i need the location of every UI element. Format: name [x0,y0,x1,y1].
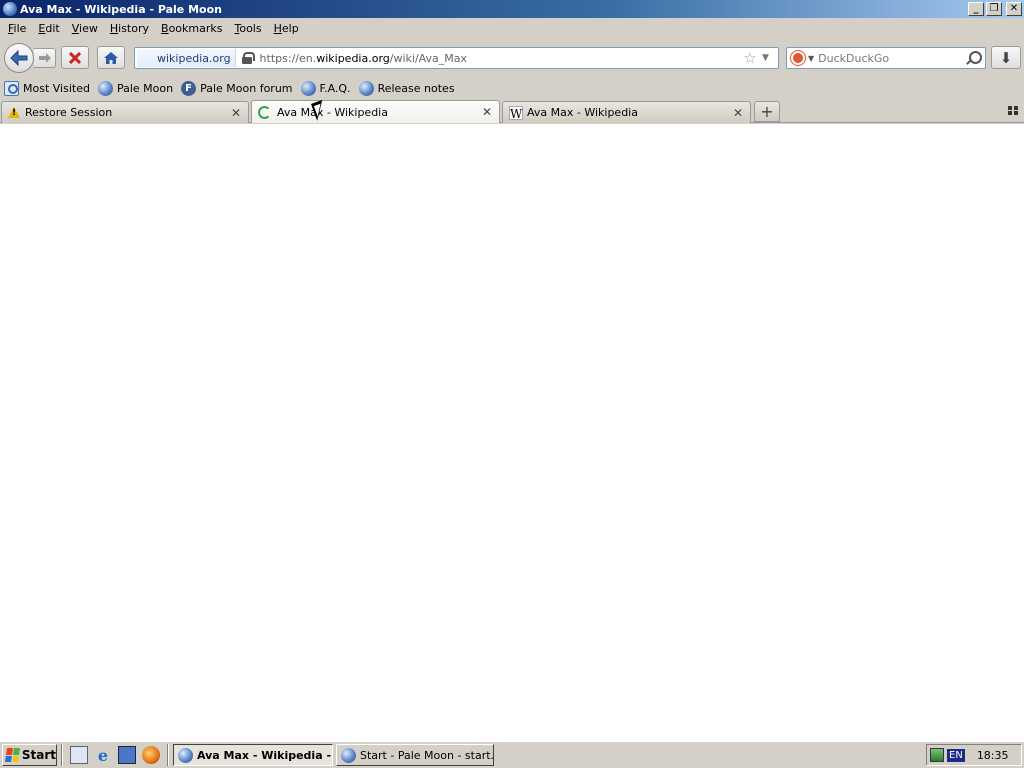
url-bar[interactable]: wikipedia.org https://en.wikipedia.org/w… [134,47,779,69]
page-content-area[interactable] [0,124,1024,741]
bookmark-label: Pale Moon forum [200,81,293,95]
list-all-tabs-icon[interactable] [1008,106,1019,116]
menu-bar: File Edit View History Bookmarks Tools H… [0,18,1024,39]
home-icon [104,51,118,64]
stop-x-icon [69,51,81,64]
stop-button[interactable] [61,46,89,69]
site-identity-button[interactable]: wikipedia.org [137,49,236,67]
forum-f-icon: F [181,80,197,96]
internet-explorer-icon[interactable]: e [94,746,112,765]
window-controls: _ ❐ ✕ [968,2,1022,16]
tab-close-icon[interactable]: ✕ [230,106,242,120]
bookmark-label: Most Visited [23,81,90,95]
bookmark-label: Pale Moon [116,81,174,95]
url-path: /wiki/Ava_Max [389,51,468,65]
pale-moon-app-icon[interactable] [3,2,17,16]
back-button[interactable] [4,43,34,73]
url-domain: wikipedia.org [316,51,390,65]
menu-edit[interactable]: Edit [32,22,65,35]
bookmark-pale-moon-forum[interactable]: F Pale Moon forum [181,80,293,96]
bookmark-label: Release notes [377,81,455,95]
downloads-button[interactable]: ⬇ [991,46,1021,69]
task-label: Ava Max - Wikipedia - ... [197,748,333,762]
tab-ava-max-loading[interactable]: Ava Max - Wikipedia ✕ [251,100,500,123]
pale-moon-icon [341,747,356,763]
search-icon[interactable] [964,49,982,67]
menu-history[interactable]: History [104,22,155,35]
lock-icon [241,52,255,64]
forward-button[interactable] [34,48,56,68]
network-tray-icon[interactable] [930,748,944,762]
globe-icon [300,80,316,96]
title-bar[interactable]: Ava Max - Wikipedia - Pale Moon _ ❐ ✕ [0,0,1024,18]
new-tab-button[interactable]: + [754,101,780,122]
wikipedia-icon: W [509,105,523,121]
bookmarks-toolbar: Most Visited Pale Moon F Pale Moon forum… [0,77,1024,99]
show-desktop-icon[interactable] [70,746,88,764]
restore-button[interactable]: ❐ [986,2,1002,16]
url-text[interactable]: https://en.wikipedia.org/wiki/Ava_Max [260,52,742,65]
windows-logo-icon [5,748,20,762]
globe-icon [358,80,374,96]
globe-icon [97,80,113,96]
start-button[interactable]: Start [2,744,57,766]
bookmark-pale-moon[interactable]: Pale Moon [97,80,174,96]
search-input[interactable]: DuckDuckGo [818,52,964,65]
taskbar-separator [167,744,169,766]
search-bar[interactable]: ▼ DuckDuckGo [786,47,986,69]
language-indicator[interactable]: EN [947,748,965,762]
taskbar-separator [61,744,63,766]
windows-explorer-icon[interactable] [118,746,136,764]
loading-throbber-icon [258,105,271,119]
url-prefix: https://en. [259,51,317,65]
task-start-pale-moon[interactable]: Start - Pale Moon - start.... [336,744,494,766]
taskbar: Start e Ava Max - Wikipedia - ... Start … [0,741,1024,768]
clock[interactable]: 18:35 [977,749,1009,762]
menu-file[interactable]: File [2,22,32,35]
warning-icon [8,106,20,119]
close-window-button[interactable]: ✕ [1006,2,1022,16]
most-visited-icon [4,80,19,96]
home-button[interactable] [97,46,125,69]
menu-view[interactable]: View [66,22,104,35]
bookmark-release-notes[interactable]: Release notes [358,80,455,96]
bookmark-most-visited[interactable]: Most Visited [4,80,90,96]
firefox-icon[interactable] [142,746,160,764]
menu-help[interactable]: Help [268,22,305,35]
bookmark-label: F.A.Q. [319,81,351,95]
download-arrow-icon: ⬇ [999,48,1013,67]
bookmark-faq[interactable]: F.A.Q. [300,80,351,96]
window-title: Ava Max - Wikipedia - Pale Moon [20,2,222,16]
task-ava-max-wikipedia[interactable]: Ava Max - Wikipedia - ... [173,744,333,766]
tab-label: Restore Session [25,106,113,119]
system-tray: EN 18:35 [926,744,1022,766]
url-history-dropdown-icon[interactable]: ▼ [762,53,774,63]
menu-bookmarks[interactable]: Bookmarks [155,22,228,35]
start-label: Start [21,748,56,762]
pale-moon-icon [178,747,193,763]
menu-tools[interactable]: Tools [228,22,267,35]
tab-ava-max-wikipedia[interactable]: W Ava Max - Wikipedia ✕ [502,101,751,123]
tab-restore-session[interactable]: Restore Session ✕ [1,101,249,123]
bookmark-star-icon[interactable]: ☆ [742,49,758,67]
back-arrow-icon [10,50,28,66]
search-engine-dropdown-icon[interactable]: ▼ [808,54,814,63]
duckduckgo-engine-icon[interactable] [791,51,805,65]
tab-close-icon[interactable]: ✕ [481,105,493,119]
tab-label: Ava Max - Wikipedia [527,106,638,119]
minimize-button[interactable]: _ [968,2,984,16]
tab-close-icon[interactable]: ✕ [732,106,744,120]
task-label: Start - Pale Moon - start.... [360,748,494,762]
navigation-toolbar: wikipedia.org https://en.wikipedia.org/w… [0,39,1024,76]
tab-label: Ava Max - Wikipedia [277,105,388,119]
forward-arrow-icon [38,53,51,63]
tab-strip: Restore Session ✕ Ava Max - Wikipedia ✕ … [0,100,1024,123]
